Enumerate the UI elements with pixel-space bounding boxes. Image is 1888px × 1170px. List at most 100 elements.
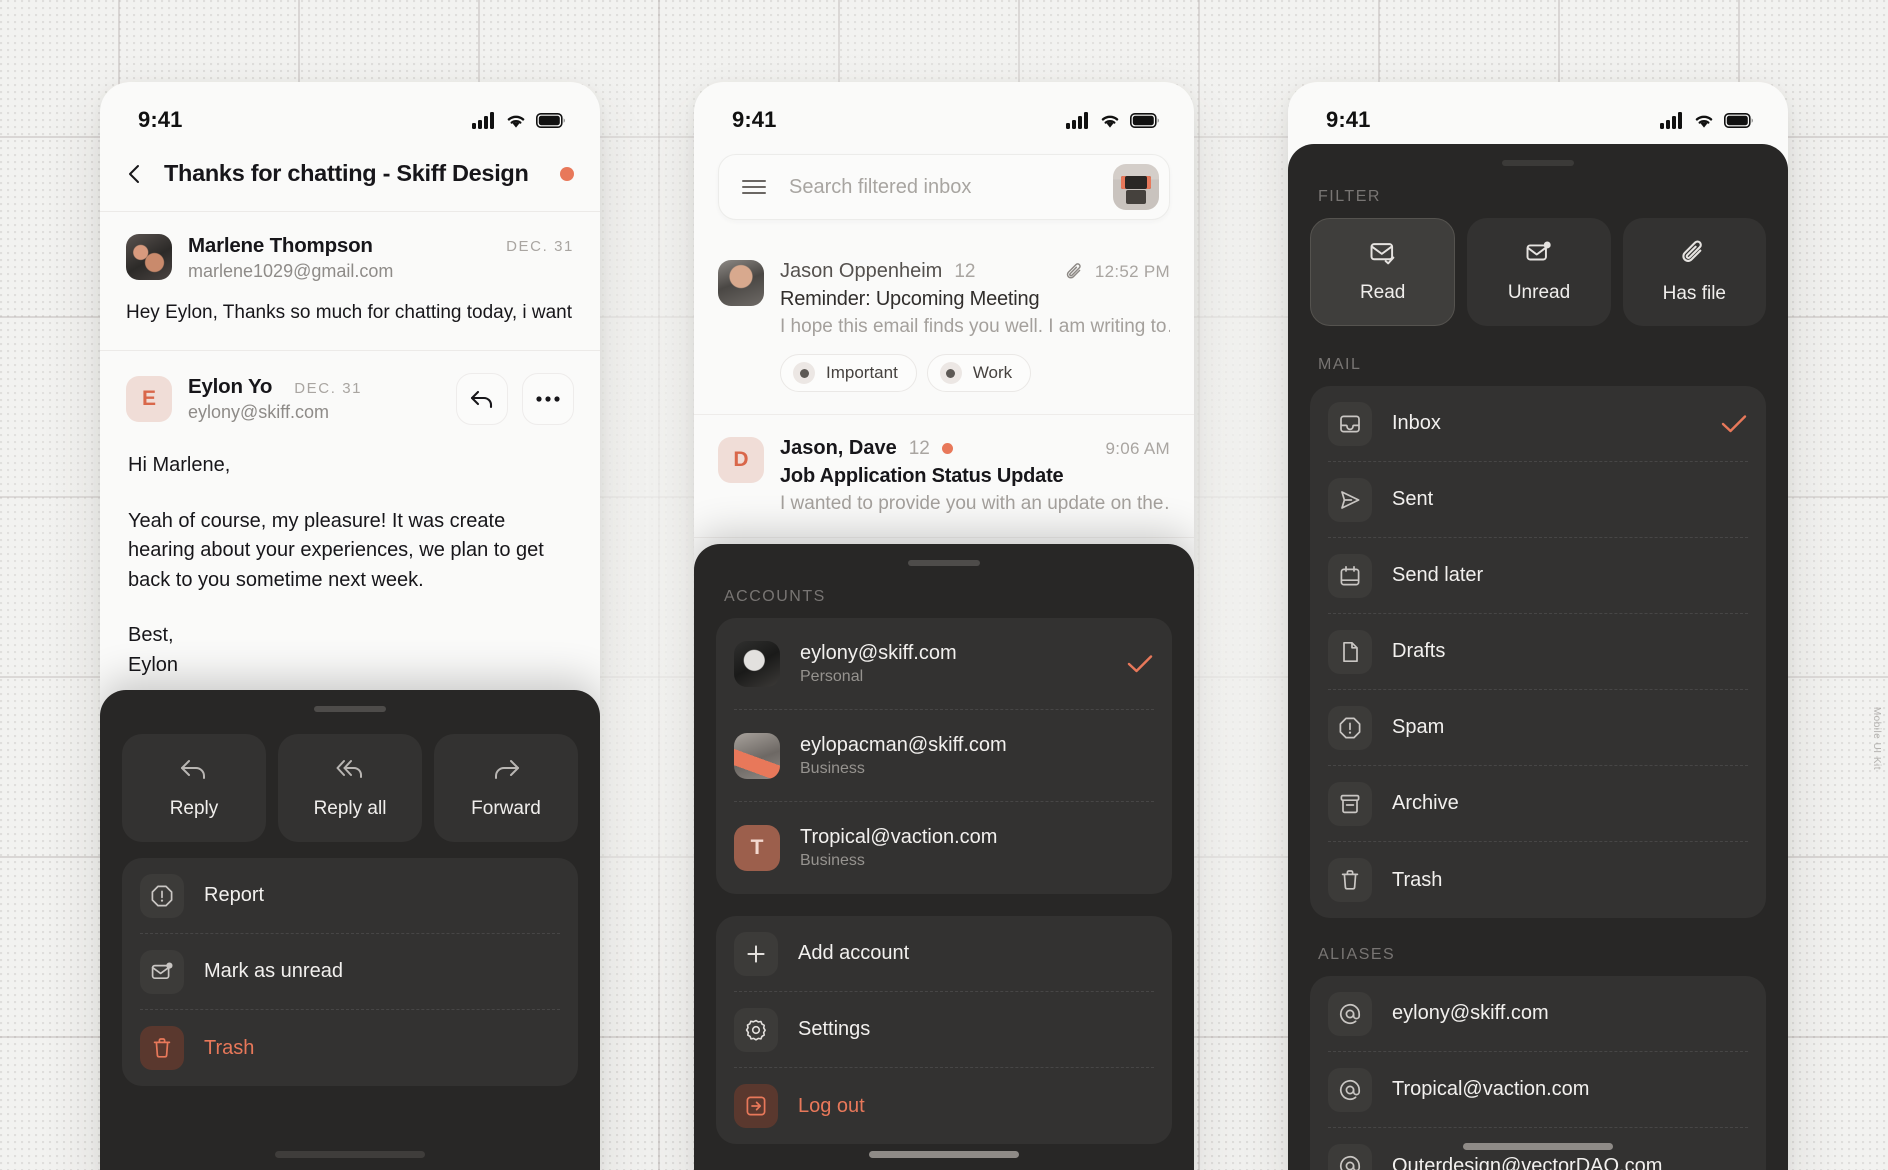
- at-icon: [1328, 1144, 1372, 1170]
- reply-all-tile[interactable]: Reply all: [278, 734, 422, 842]
- alias-row[interactable]: Tropical@vaction.com: [1328, 1052, 1748, 1128]
- mail-unread-icon: [140, 949, 184, 994]
- search-input[interactable]: Search filtered inbox: [789, 176, 1091, 199]
- account-row[interactable]: eylony@skiff.com Personal: [734, 618, 1154, 710]
- mail-subject: Job Application Status Update: [780, 465, 1064, 487]
- forward-tile[interactable]: Forward: [434, 734, 578, 842]
- sheet-grabber[interactable]: [314, 706, 386, 712]
- mail-unread-icon: [1526, 241, 1551, 261]
- mail-count: 12: [954, 260, 976, 282]
- folder-label: Drafts: [1392, 640, 1446, 662]
- folder-sent-row[interactable]: Sent: [1328, 462, 1748, 538]
- reply-button[interactable]: [456, 373, 508, 425]
- account-email: eylony@skiff.com: [800, 641, 957, 664]
- logout-row[interactable]: Log out: [734, 1068, 1154, 1144]
- sender-email: marlene1029@gmail.com: [188, 261, 394, 281]
- mark-as-unread-row[interactable]: Mark as unread: [140, 934, 560, 1010]
- mail-sender: Jason, Dave: [780, 437, 897, 459]
- page-title: Thanks for chatting - Skiff Design: [164, 160, 529, 186]
- row-label: Settings: [798, 1018, 871, 1040]
- account-row[interactable]: T Tropical@vaction.com Business: [734, 802, 1154, 894]
- status-bar: 9:41: [100, 82, 600, 144]
- profile-avatar[interactable]: [1113, 164, 1159, 210]
- back-chevron-icon[interactable]: [124, 163, 146, 185]
- phone-filters-view: 9:41 FILTER Read Unread Has file MAIL In…: [1288, 82, 1788, 1170]
- trash-row[interactable]: Trash: [140, 1010, 560, 1086]
- tile-label: Reply all: [313, 798, 387, 819]
- tile-label: Has file: [1662, 283, 1726, 304]
- tag-chip[interactable]: Important: [780, 354, 917, 392]
- mail-subject: Reminder: Upcoming Meeting: [780, 288, 1040, 310]
- filter-unread-tile[interactable]: Unread: [1467, 218, 1611, 326]
- wifi-icon: [507, 115, 525, 128]
- folder-drafts-row[interactable]: Drafts: [1328, 614, 1748, 690]
- folder-label: Trash: [1392, 868, 1443, 891]
- folder-trash-row[interactable]: Trash: [1328, 842, 1748, 918]
- tag-dot-icon: [939, 362, 962, 384]
- report-row[interactable]: Report: [140, 858, 560, 934]
- reply-tile[interactable]: Reply: [122, 734, 266, 842]
- tag-label: Work: [972, 363, 1013, 382]
- trash-icon: [140, 1026, 184, 1070]
- accounts-sheet: ACCOUNTS eylony@skiff.com Personal eylop…: [694, 544, 1194, 1170]
- tag-label: Important: [826, 363, 898, 382]
- battery-icon: [536, 112, 565, 128]
- search-area: Search filtered inbox: [694, 144, 1194, 238]
- cellular-icon: [472, 111, 494, 129]
- accounts-section-label: ACCOUNTS: [724, 588, 826, 605]
- status-bar: 9:41: [1288, 82, 1788, 144]
- filter-read-tile[interactable]: Read: [1310, 218, 1456, 326]
- row-label: Mark as unread: [204, 960, 343, 982]
- sender-name: Marlene Thompson: [188, 234, 373, 257]
- tag-chip[interactable]: Work: [926, 354, 1032, 392]
- filter-hasfile-tile[interactable]: Has file: [1622, 218, 1766, 326]
- folder-spam-row[interactable]: Spam: [1328, 690, 1748, 766]
- avatar: [734, 640, 780, 687]
- folder-inbox-row[interactable]: Inbox: [1328, 386, 1748, 462]
- cellular-icon: [1660, 111, 1682, 129]
- mail-snippet: I wanted to provide you with an update o…: [780, 493, 1170, 514]
- alias-label: Outerdesign@vectorDAO.com: [1392, 1154, 1663, 1170]
- alias-row[interactable]: eylony@skiff.com: [1328, 976, 1748, 1052]
- tile-label: Read: [1359, 282, 1406, 303]
- folder-send-later-row[interactable]: Send later: [1328, 538, 1748, 614]
- reply-icon: [181, 760, 205, 779]
- message-body: Hi Marlene, Yeah of course, my pleasure!…: [126, 425, 574, 681]
- sender-name: Eylon Yo: [188, 375, 273, 398]
- mail-list-item[interactable]: D Jason, Dave 12 9:06 AM Job Application…: [694, 415, 1194, 538]
- hamburger-menu-icon[interactable]: [741, 178, 767, 196]
- report-octagon-icon: [140, 873, 184, 918]
- avatar: [734, 732, 780, 779]
- settings-row[interactable]: Settings: [734, 992, 1154, 1068]
- mail-snippet: I hope this email finds you well. I am w…: [780, 316, 1170, 337]
- sheet-grabber[interactable]: [908, 560, 980, 566]
- reply-all-icon: [336, 760, 362, 778]
- ellipsis-icon: [536, 396, 560, 402]
- mail-time: 9:06 AM: [1105, 438, 1170, 458]
- message-collapsed[interactable]: Marlene Thompson marlene1029@gmail.com D…: [100, 212, 600, 351]
- avatar: [718, 260, 764, 306]
- status-bar: 9:41: [694, 82, 1194, 144]
- filter-tiles: Read Unread Has file: [1310, 218, 1766, 326]
- battery-icon: [1130, 112, 1159, 128]
- mail-list-item[interactable]: Jason Oppenheim 12 12:52 PM Reminder: Up…: [694, 238, 1194, 415]
- watermark-text: Mobile UI Kit: [1871, 706, 1882, 770]
- account-actions-list: Add account Settings Log out: [716, 916, 1172, 1144]
- search-bar[interactable]: Search filtered inbox: [718, 154, 1170, 220]
- avatar: [126, 234, 172, 280]
- body-signature: Best, Eylon: [128, 624, 179, 676]
- filters-sheet: FILTER Read Unread Has file MAIL Inbox S…: [1288, 144, 1788, 1170]
- wifi-icon: [1101, 115, 1119, 128]
- account-row[interactable]: eylopacman@skiff.com Business: [734, 710, 1154, 802]
- archive-icon: [1328, 781, 1372, 826]
- add-account-row[interactable]: Add account: [734, 916, 1154, 992]
- at-icon: [1328, 991, 1372, 1036]
- at-icon: [1328, 1067, 1372, 1112]
- sheet-grabber[interactable]: [1502, 160, 1574, 166]
- folders-list: Inbox Sent Send later Drafts Spam Archiv…: [1310, 386, 1766, 918]
- account-email: Tropical@vaction.com: [800, 826, 998, 848]
- more-options-button[interactable]: [522, 373, 574, 425]
- message-preview: Hey Eylon, Thanks so much for chatting t…: [126, 302, 574, 323]
- folder-label: Inbox: [1392, 412, 1441, 434]
- folder-archive-row[interactable]: Archive: [1328, 766, 1748, 842]
